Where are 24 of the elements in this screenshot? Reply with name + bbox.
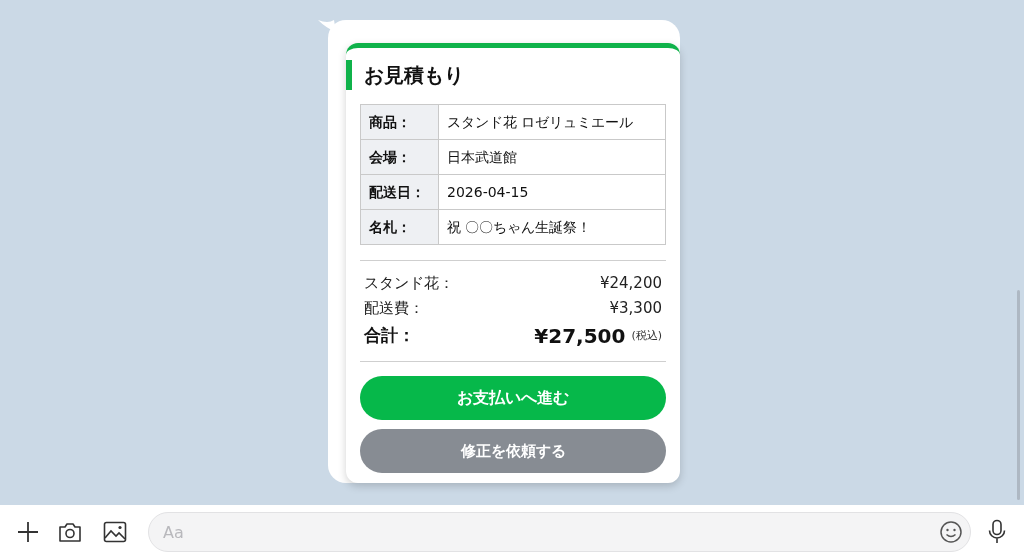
row-label: 商品： xyxy=(360,104,439,140)
row-label: 配送日： xyxy=(360,174,439,210)
row-label: 名札： xyxy=(360,209,439,245)
summary-label: 配送費： xyxy=(364,298,424,320)
summary-amount: ¥24,200 xyxy=(599,273,662,295)
row-value: 祝 〇〇ちゃん生誕祭！ xyxy=(438,209,666,245)
summary-label: 合計： xyxy=(364,324,415,348)
row-value: 2026-04-15 xyxy=(438,174,666,210)
revision-button[interactable]: 修正を依頼する xyxy=(360,429,666,473)
image-icon[interactable] xyxy=(103,521,127,543)
summary-label: スタンド花： xyxy=(364,273,454,295)
tax-note: (税込) xyxy=(631,327,662,344)
row-value: 日本武道館 xyxy=(438,139,666,175)
row-value: スタンド花 ロゼリュミエール xyxy=(438,104,666,140)
microphone-icon[interactable] xyxy=(987,519,1007,545)
total-amount: ¥27,500 xyxy=(534,323,626,350)
pay-button[interactable]: お支払いへ進む xyxy=(360,376,666,420)
camera-icon[interactable] xyxy=(58,521,82,543)
message-input[interactable]: Aa xyxy=(148,512,971,552)
card-title: お見積もり xyxy=(364,62,464,89)
emoji-icon[interactable] xyxy=(939,520,963,544)
summary-amount: ¥3,300 xyxy=(609,298,662,320)
row-label: 会場： xyxy=(360,139,439,175)
plus-icon[interactable] xyxy=(16,520,40,544)
